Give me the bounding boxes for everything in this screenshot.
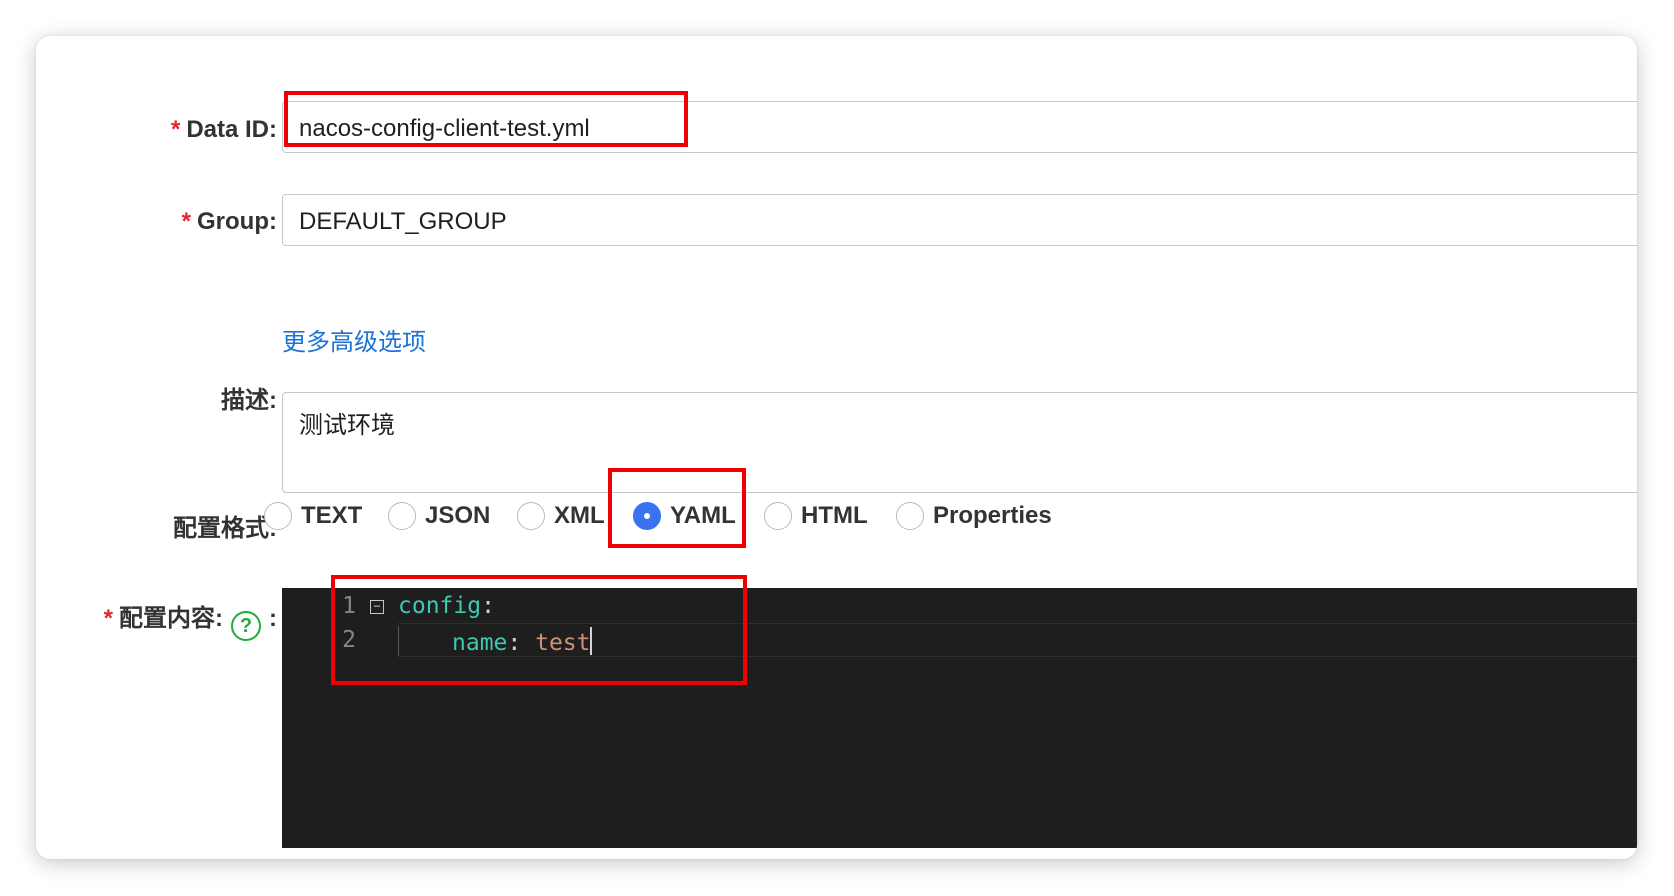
data-id-label: * Data ID: (170, 116, 277, 143)
required-marker: * (170, 116, 181, 143)
radio-text[interactable]: TEXT (264, 502, 362, 530)
radio-properties[interactable]: Properties (896, 502, 1052, 530)
config-form-card: * Data ID: nacos-config-client-test.yml *… (36, 36, 1637, 859)
radio-yaml[interactable]: YAML (633, 502, 736, 530)
required-marker: * (181, 208, 192, 235)
radio-circle[interactable] (517, 502, 545, 530)
radio-circle[interactable] (388, 502, 416, 530)
radio-html[interactable]: HTML (764, 502, 868, 530)
radio-json[interactable]: JSON (388, 502, 490, 530)
line-number: 2 (342, 627, 356, 653)
data-id-input[interactable]: nacos-config-client-test.yml (282, 101, 1637, 153)
code-editor[interactable]: 1 2 − config: name: test (282, 588, 1637, 848)
description-label: 描述: (221, 387, 277, 414)
indent-guide (398, 626, 399, 656)
required-marker: * (103, 605, 113, 632)
radio-xml[interactable]: XML (517, 502, 605, 530)
group-label: * Group: (181, 208, 277, 235)
description-textarea[interactable]: 测试环境 (282, 392, 1637, 493)
code-line-2: name: test (452, 627, 593, 656)
fold-toggle-icon[interactable]: − (370, 600, 384, 614)
radio-circle-checked[interactable] (633, 502, 661, 530)
content-label: * 配置内容:?: (104, 598, 277, 641)
radio-circle[interactable] (264, 502, 292, 530)
text-cursor (590, 627, 593, 655)
group-input[interactable]: DEFAULT_GROUP (282, 194, 1637, 246)
advanced-options-link[interactable]: 更多高级选项 (282, 322, 426, 357)
line-number: 1 (342, 593, 356, 619)
radio-circle[interactable] (896, 502, 924, 530)
code-line-1: config: (398, 593, 495, 619)
radio-circle[interactable] (764, 502, 792, 530)
help-icon[interactable]: ? (231, 611, 261, 641)
format-label: 配置格式: (173, 515, 277, 542)
